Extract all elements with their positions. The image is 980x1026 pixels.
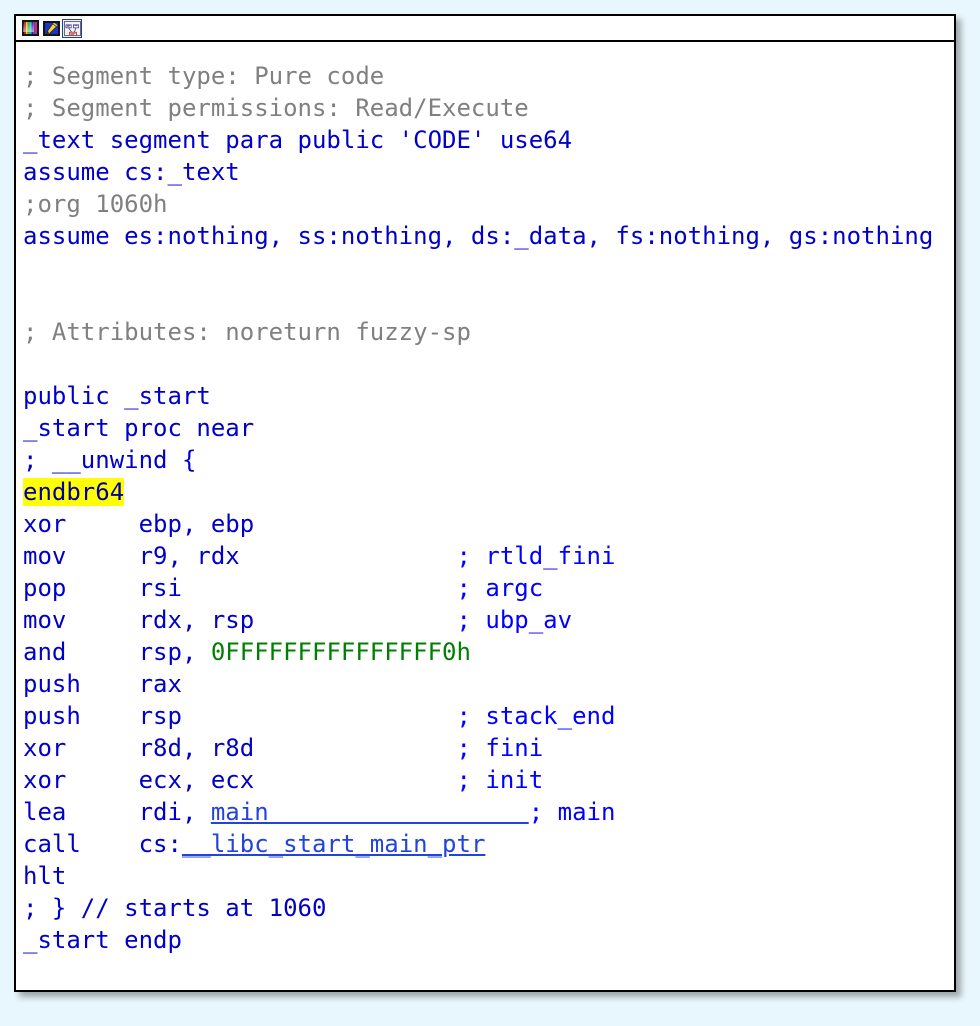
disassembly-line[interactable]: assume es:nothing, ss:nothing, ds:_data,… — [16, 220, 954, 252]
code-text: _start proc near — [23, 414, 254, 442]
disassembly-line[interactable]: call cs:__libc_start_main_ptr — [16, 828, 954, 860]
disassembly-line[interactable]: ;org 1060h — [16, 188, 954, 220]
operands: rsp — [139, 702, 457, 730]
disassembly-listing[interactable]: ; Segment type: Pure code ; Segment permi… — [16, 42, 954, 990]
disassembly-line[interactable]: push rax — [16, 668, 954, 700]
inline-comment: ; stack_end — [456, 702, 615, 730]
disassembly-line[interactable]: pop rsi ; argc — [16, 572, 954, 604]
disassembly-blank-line — [16, 284, 954, 316]
disassembly-line[interactable]: lea rdi, main ; main — [16, 796, 954, 828]
disassembly-blank-line — [16, 252, 954, 284]
comment-text: ; Segment permissions: Read/Execute — [23, 94, 529, 122]
operands: cs: — [139, 830, 182, 858]
inline-comment: ; main — [529, 798, 616, 826]
mnemonic: mov — [23, 542, 139, 570]
code-text: _text segment para public 'CODE' use64 — [23, 126, 572, 154]
graph-icon — [64, 21, 81, 36]
inline-comment: ; init — [456, 766, 543, 794]
code-text: push rax — [23, 670, 182, 698]
inline-comment: ; argc — [456, 574, 543, 602]
name-reference: __libc_start_main_ptr — [182, 830, 485, 858]
comment-text: ;org 1060h — [23, 190, 168, 218]
disassembly-line[interactable]: mov r9, rdx ; rtld_fini — [16, 540, 954, 572]
disassembly-line[interactable]: _start proc near — [16, 412, 954, 444]
mnemonic: call — [23, 830, 139, 858]
mnemonic: mov — [23, 606, 139, 634]
disassembly-window: ; Segment type: Pure code ; Segment permi… — [14, 14, 956, 992]
operands: r9, rdx — [139, 542, 457, 570]
graph-view-button[interactable] — [62, 19, 82, 38]
mnemonic: xor — [23, 766, 139, 794]
inline-comment: ; fini — [456, 734, 543, 762]
code-text: _start endp — [23, 926, 182, 954]
disassembly-line[interactable]: ; } // starts at 1060 — [16, 892, 954, 924]
pencil-nib-icon — [45, 22, 58, 35]
operands: r8d, r8d — [139, 734, 457, 762]
mnemonic: xor — [23, 734, 139, 762]
disassembly-line[interactable]: assume cs:_text — [16, 156, 954, 188]
code-text: ; } // starts at 1060 — [23, 894, 326, 922]
palette-icon — [22, 20, 39, 36]
code-text: hlt — [23, 862, 66, 890]
disassembly-line[interactable]: hlt — [16, 860, 954, 892]
operands: rdx, rsp — [139, 606, 457, 634]
disassembly-line[interactable]: push rsp ; stack_end — [16, 700, 954, 732]
pencil-icon — [43, 21, 60, 36]
operands: ecx, ecx — [139, 766, 457, 794]
mnemonic: pop — [23, 574, 139, 602]
code-text: public _start — [23, 382, 211, 410]
disassembly-line[interactable]: and rsp, 0FFFFFFFFFFFFFFF0h — [16, 636, 954, 668]
color-palette-button[interactable] — [20, 19, 40, 38]
disassembly-line[interactable]: xor ecx, ecx ; init — [16, 764, 954, 796]
disassembly-line[interactable]: ; Attributes: noreturn fuzzy-sp — [16, 316, 954, 348]
disassembly-line[interactable]: xor r8d, r8d ; fini — [16, 732, 954, 764]
code-text: assume es:nothing, ss:nothing, ds:_data,… — [23, 222, 933, 250]
code-text: ; __unwind { — [23, 446, 196, 474]
code-text: xor ebp, ebp — [23, 510, 254, 538]
inline-comment: ; ubp_av — [456, 606, 572, 634]
name-reference: main — [211, 798, 529, 826]
mnemonic: push — [23, 702, 139, 730]
edit-pencil-button[interactable] — [41, 19, 61, 38]
operands: rsi — [139, 574, 457, 602]
disassembly-line[interactable]: _text segment para public 'CODE' use64 — [16, 124, 954, 156]
operands: rsp, — [139, 638, 211, 666]
disassembly-line[interactable]: ; Segment type: Pure code — [16, 60, 954, 92]
comment-text: ; Segment type: Pure code — [23, 62, 384, 90]
disassembly-line-highlighted[interactable]: endbr64 — [16, 476, 954, 508]
highlighted-instruction: endbr64 — [23, 478, 124, 506]
mnemonic: lea — [23, 798, 139, 826]
disassembly-line[interactable]: public _start — [16, 380, 954, 412]
toolbar — [16, 16, 954, 42]
code-text: assume cs:_text — [23, 158, 240, 186]
inline-comment: ; rtld_fini — [456, 542, 615, 570]
mnemonic: and — [23, 638, 139, 666]
operands: rdi, — [139, 798, 211, 826]
hex-constant: 0FFFFFFFFFFFFFFF0h — [211, 638, 471, 666]
disassembly-line[interactable]: _start endp — [16, 924, 954, 956]
comment-text: ; Attributes: noreturn fuzzy-sp — [23, 318, 471, 346]
graph-nodes-icon — [65, 24, 80, 36]
disassembly-line[interactable]: ; Segment permissions: Read/Execute — [16, 92, 954, 124]
disassembly-line[interactable]: ; __unwind { — [16, 444, 954, 476]
disassembly-line[interactable]: mov rdx, rsp ; ubp_av — [16, 604, 954, 636]
disassembly-blank-line — [16, 348, 954, 380]
disassembly-line[interactable]: xor ebp, ebp — [16, 508, 954, 540]
